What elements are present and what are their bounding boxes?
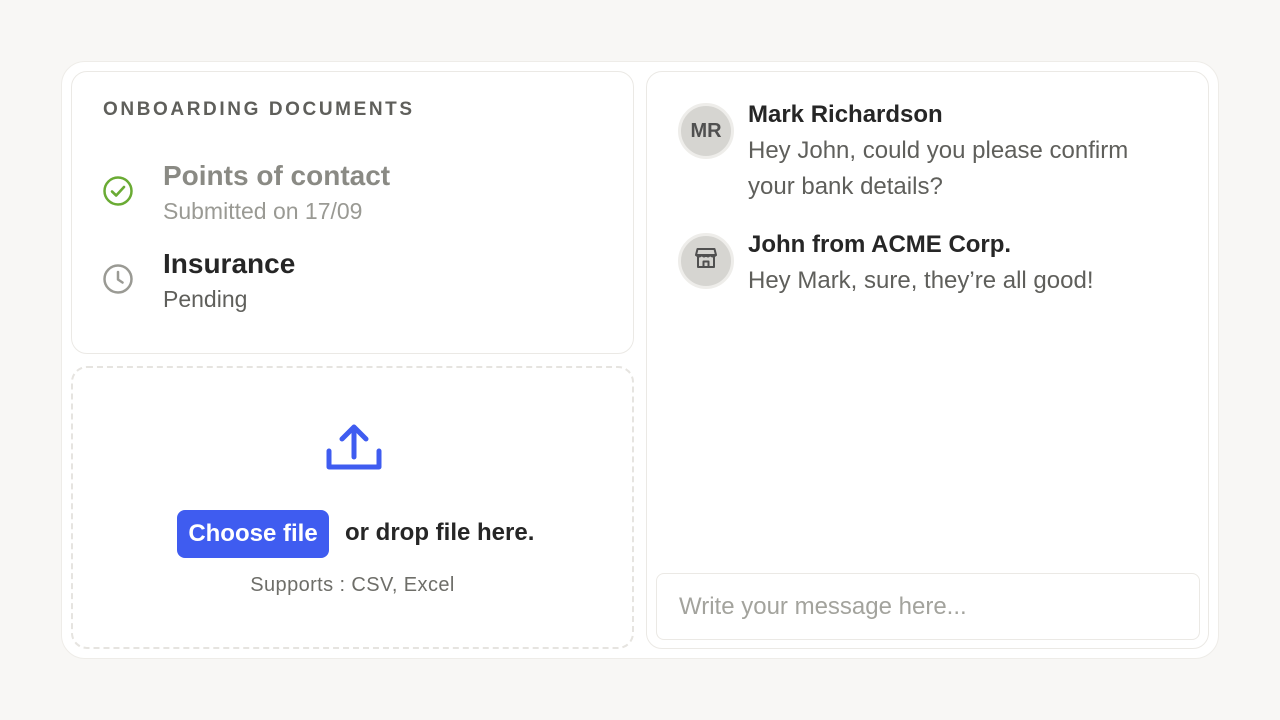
avatar [678, 233, 734, 289]
upload-icon [325, 423, 383, 476]
chat-message: John from ACME Corp. Hey Mark, sure, the… [678, 231, 1178, 303]
message-sender: Mark Richardson [748, 101, 943, 128]
message-sender: John from ACME Corp. [748, 231, 1012, 258]
avatar: MR [678, 103, 734, 159]
check-circle-icon [102, 175, 134, 212]
documents-title: ONBOARDING DOCUMENTS [103, 99, 415, 120]
document-name: Points of contact [163, 160, 391, 191]
onboarding-documents-card: ONBOARDING DOCUMENTS Points of contact S… [71, 71, 634, 354]
document-status: Pending [163, 286, 248, 312]
storefront-icon [693, 245, 719, 277]
document-name: Insurance [163, 248, 296, 279]
message-text: Hey John, could you please confirm your … [748, 137, 1129, 200]
drop-file-text: or drop file here. [345, 519, 535, 546]
choose-file-button[interactable]: Choose file [177, 510, 329, 558]
supported-formats-text: Supports : CSV, Excel [250, 574, 455, 596]
chat-panel: MR Mark Richardson Hey John, could you p… [646, 71, 1209, 649]
clock-icon [102, 263, 134, 300]
document-status: Submitted on 17/09 [163, 198, 363, 224]
file-upload-dropzone[interactable]: Choose file or drop file here. Supports … [71, 366, 634, 649]
message-text: Hey Mark, sure, they’re all good! [748, 267, 1094, 294]
chat-message: MR Mark Richardson Hey John, could you p… [678, 101, 1178, 203]
message-input[interactable] [656, 573, 1200, 640]
